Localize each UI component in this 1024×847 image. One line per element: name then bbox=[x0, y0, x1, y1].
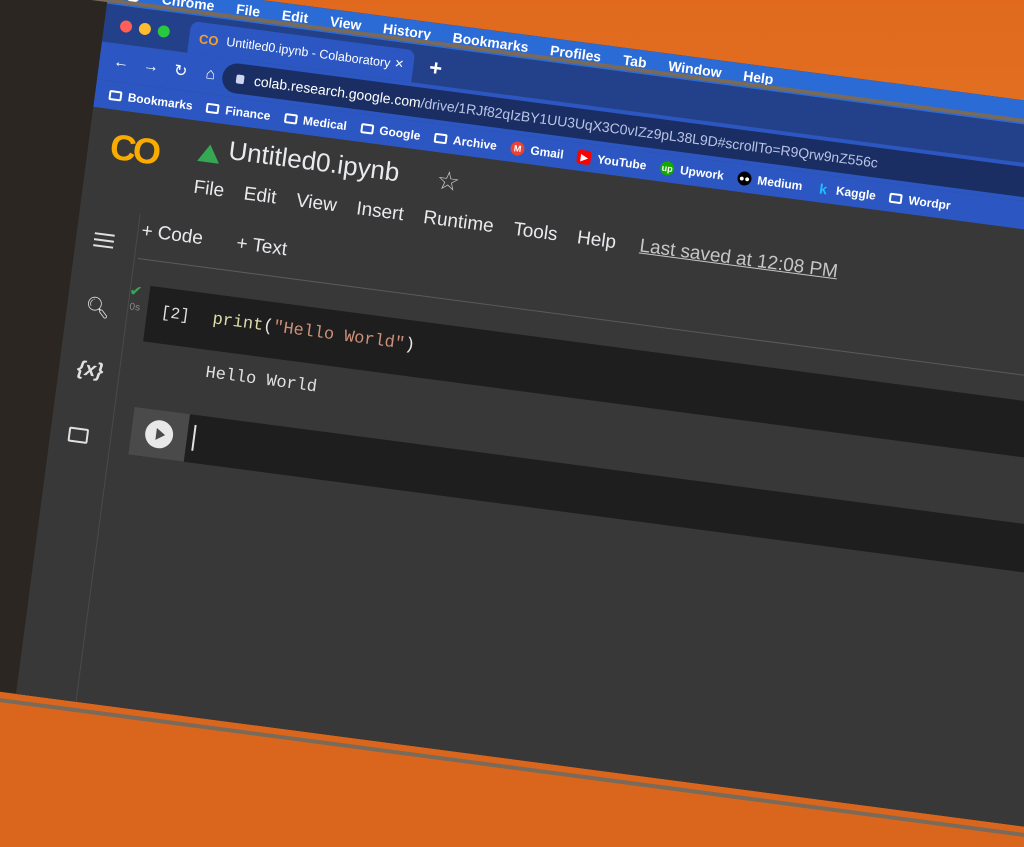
bookmark-medical[interactable]: Medical bbox=[283, 111, 348, 134]
last-saved-link[interactable]: Last saved at 12:08 PM bbox=[638, 236, 839, 284]
bookmark-label: YouTube bbox=[596, 152, 648, 173]
search-icon[interactable]: 🔍︎ bbox=[84, 294, 112, 322]
colab-menu-help[interactable]: Help bbox=[576, 227, 617, 254]
close-window-button[interactable] bbox=[119, 19, 133, 34]
colab-menu-insert[interactable]: Insert bbox=[355, 198, 405, 226]
colab-menu-file[interactable]: File bbox=[192, 177, 225, 203]
bookmark-medium[interactable]: ●● Medium bbox=[736, 170, 804, 194]
apple-icon[interactable] bbox=[125, 0, 142, 4]
kaggle-icon: k bbox=[818, 180, 829, 198]
colab-menu-edit[interactable]: Edit bbox=[242, 183, 277, 209]
close-tab-icon[interactable]: × bbox=[394, 55, 405, 73]
bookmark-google[interactable]: Google bbox=[359, 121, 422, 143]
bookmark-label: Kaggle bbox=[835, 183, 877, 203]
menu-file[interactable]: File bbox=[235, 1, 261, 20]
folder-icon bbox=[108, 89, 123, 102]
exec-time: 0s bbox=[128, 301, 141, 314]
menu-window[interactable]: Window bbox=[667, 58, 722, 81]
screen: Chrome File Edit View History Bookmarks … bbox=[16, 0, 1024, 838]
zoom-window-button[interactable] bbox=[157, 24, 171, 39]
menu-edit[interactable]: Edit bbox=[281, 7, 309, 26]
files-icon[interactable] bbox=[67, 426, 90, 444]
bookmark-label: Gmail bbox=[529, 143, 565, 162]
menu-history[interactable]: History bbox=[382, 20, 432, 42]
bookmark-archive[interactable]: Archive bbox=[433, 131, 498, 153]
colab-logo[interactable]: CO bbox=[108, 126, 161, 174]
bookmark-label: Medical bbox=[302, 113, 348, 134]
youtube-icon: ▶ bbox=[576, 149, 593, 166]
cell-output: Hello World bbox=[204, 363, 318, 398]
bookmark-label: Medium bbox=[756, 173, 804, 194]
minimize-window-button[interactable] bbox=[138, 22, 152, 36]
add-code-button[interactable]: + Code bbox=[140, 220, 204, 250]
colab-favicon-icon: CO bbox=[198, 30, 220, 49]
folder-icon bbox=[359, 123, 375, 135]
bookmark-bookmarks[interactable]: Bookmarks bbox=[108, 88, 194, 113]
success-check-icon: ✔ bbox=[128, 282, 144, 301]
run-cell-button[interactable] bbox=[128, 406, 191, 462]
folder-icon bbox=[205, 102, 221, 115]
bookmark-label: Finance bbox=[224, 103, 272, 124]
back-icon[interactable]: ← bbox=[112, 53, 130, 73]
menu-profiles[interactable]: Profiles bbox=[549, 42, 602, 65]
home-icon[interactable]: ⌂ bbox=[201, 65, 219, 85]
play-icon bbox=[143, 418, 175, 451]
star-icon[interactable]: ☆ bbox=[435, 164, 462, 198]
bookmark-upwork[interactable]: up Upwork bbox=[659, 160, 725, 183]
menu-tab[interactable]: Tab bbox=[622, 52, 648, 71]
medium-icon: ●● bbox=[736, 170, 753, 187]
bookmark-label: Bookmarks bbox=[126, 90, 194, 113]
folder-icon bbox=[889, 192, 904, 205]
new-tab-button[interactable]: + bbox=[428, 55, 444, 82]
bookmark-gmail[interactable]: M Gmail bbox=[509, 140, 565, 162]
bookmark-youtube[interactable]: ▶ YouTube bbox=[576, 149, 648, 173]
colab-menu-tools[interactable]: Tools bbox=[512, 219, 559, 247]
folder-icon bbox=[433, 132, 448, 145]
bookmark-label: Archive bbox=[452, 133, 498, 153]
colab-menu-view[interactable]: View bbox=[295, 190, 338, 217]
add-text-button[interactable]: + Text bbox=[235, 233, 288, 261]
variables-icon[interactable]: {x} bbox=[76, 357, 105, 383]
window-controls bbox=[119, 19, 171, 39]
google-drive-icon[interactable] bbox=[197, 143, 222, 164]
exec-count: [2] bbox=[159, 303, 191, 326]
forward-icon[interactable]: → bbox=[142, 57, 160, 77]
lock-icon bbox=[235, 73, 245, 84]
gmail-icon: M bbox=[509, 140, 526, 157]
bookmark-label: Google bbox=[378, 123, 422, 143]
colab-menu-runtime[interactable]: Runtime bbox=[422, 207, 495, 238]
folder-icon bbox=[283, 112, 298, 125]
bookmark-wordpress[interactable]: Wordpr bbox=[889, 191, 952, 213]
bookmark-label: Upwork bbox=[679, 163, 725, 183]
reload-icon[interactable]: ↻ bbox=[171, 60, 189, 82]
upwork-icon: up bbox=[659, 160, 676, 177]
bookmark-finance[interactable]: Finance bbox=[205, 101, 272, 124]
menu-help[interactable]: Help bbox=[742, 68, 774, 88]
bookmark-label: Wordpr bbox=[907, 193, 952, 213]
notebook-title[interactable]: Untitled0.ipynb bbox=[227, 135, 401, 188]
table-of-contents-icon[interactable] bbox=[93, 228, 116, 252]
bookmark-kaggle[interactable]: k Kaggle bbox=[815, 180, 877, 203]
menu-view[interactable]: View bbox=[329, 13, 362, 33]
